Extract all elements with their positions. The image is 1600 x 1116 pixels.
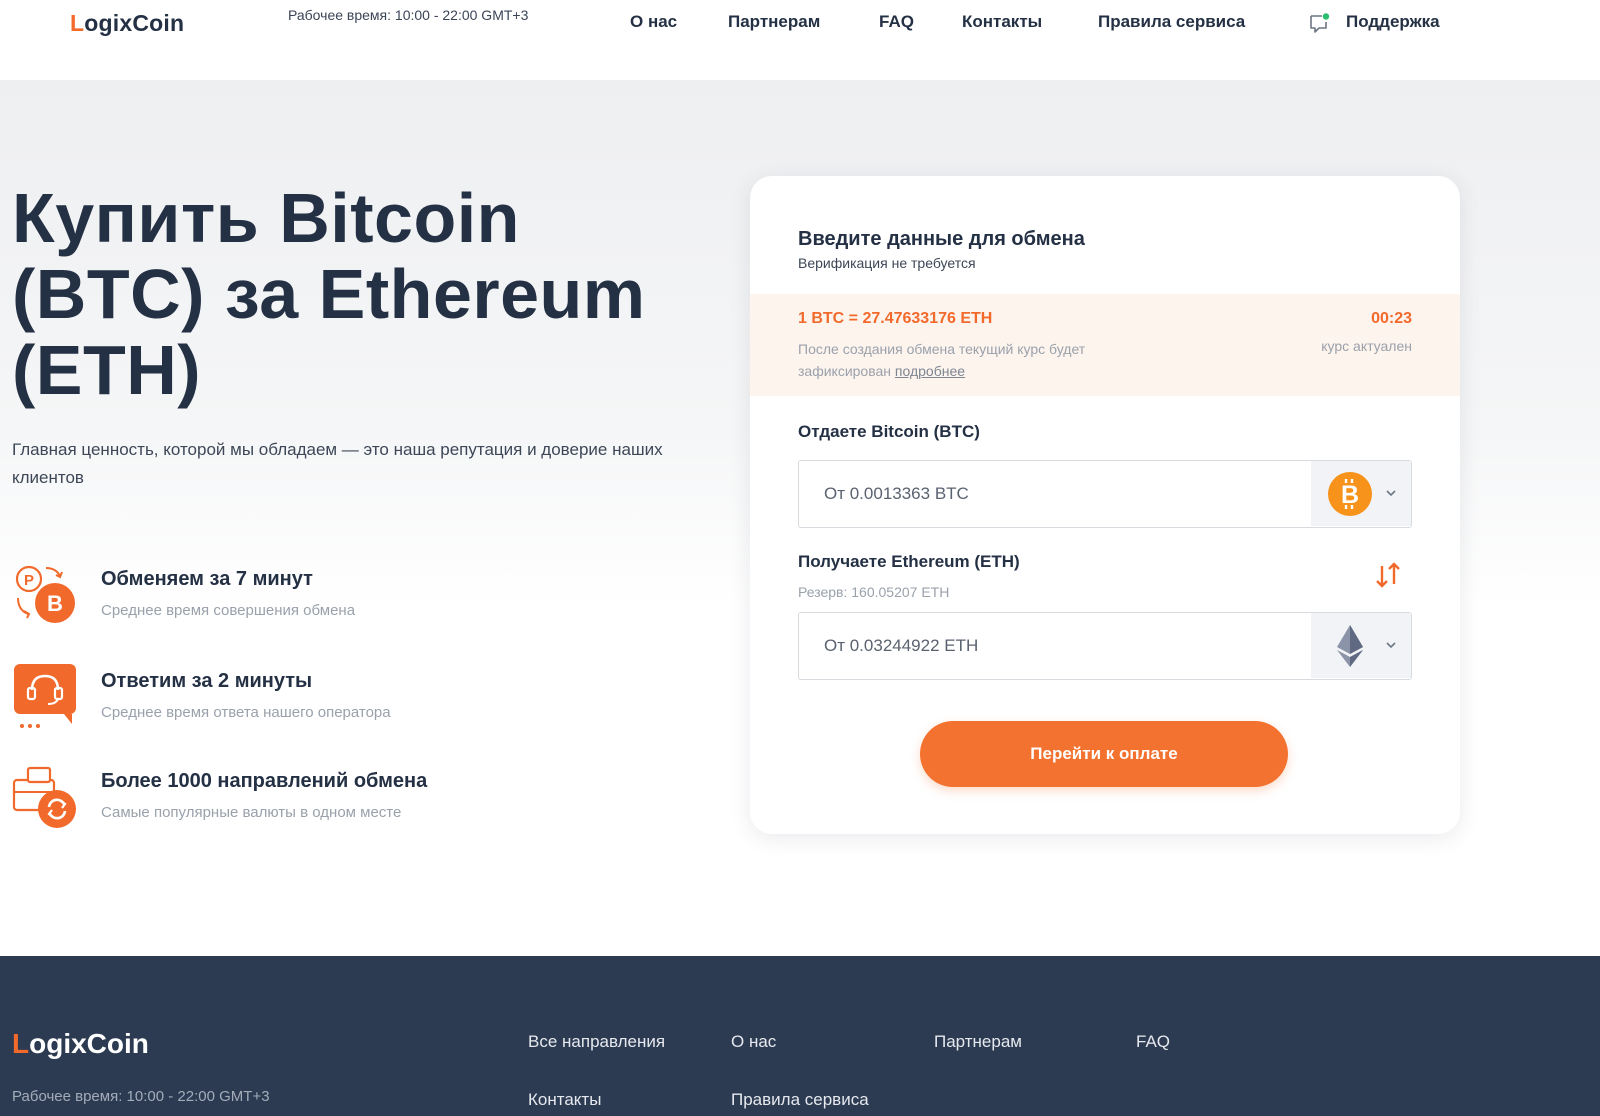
bitcoin-icon: B xyxy=(1328,472,1372,516)
footer-link-partners[interactable]: Партнерам xyxy=(934,1032,1022,1052)
nav-partners[interactable]: Партнерам xyxy=(728,12,820,32)
exchange-bitcoin-icon: P B xyxy=(15,565,75,623)
footer-work-hours: Рабочее время: 10:00 - 22:00 GMT+3 xyxy=(12,1088,270,1105)
footer-logo[interactable]: LogixCoin xyxy=(12,1028,149,1060)
give-label: Отдаете Bitcoin (BTC) xyxy=(798,422,980,441)
footer-link-contacts[interactable]: Контакты xyxy=(528,1090,601,1110)
logo-text: ogixCoin xyxy=(29,1028,149,1059)
exchange-card-title: Введите данные для обмена xyxy=(798,228,1085,250)
feature-title: Более 1000 направлений обмена xyxy=(101,770,428,792)
chevron-down-icon xyxy=(1386,642,1396,649)
feature-support-speed: Ответим за 2 минуты Среднее время ответа… xyxy=(12,664,532,744)
give-currency-select[interactable]: B xyxy=(1311,461,1411,526)
footer-link-faq[interactable]: FAQ xyxy=(1136,1032,1170,1052)
wallet-exchange-icon xyxy=(12,766,76,828)
footer-link-all-directions[interactable]: Все направления xyxy=(528,1032,665,1052)
site-header: LogixCoin Рабочее время: 10:00 - 22:00 G… xyxy=(0,0,1600,80)
svg-text:B: B xyxy=(1341,481,1359,509)
get-field xyxy=(798,612,1412,680)
get-amount-input[interactable] xyxy=(799,613,1311,678)
swap-arrows-icon[interactable] xyxy=(1374,560,1402,590)
nav-support[interactable]: Поддержка xyxy=(1346,12,1440,32)
nav-rules[interactable]: Правила сервиса xyxy=(1098,12,1245,32)
feature-directions: Более 1000 направлений обмена Самые попу… xyxy=(12,764,532,844)
feature-desc: Самые популярные валюты в одном месте xyxy=(101,804,402,821)
feature-desc: Среднее время совершения обмена xyxy=(101,602,356,619)
hero-section: Купить Bitcoin (BTC) за Ethereum (ETH) Г… xyxy=(0,80,1600,956)
hero-subtitle: Главная ценность, которой мы обладаем — … xyxy=(12,440,663,487)
svg-text:B: B xyxy=(47,591,63,616)
page-title: Купить Bitcoin (BTC) за Ethereum (ETH) xyxy=(12,179,646,409)
exchange-card: Введите данные для обмена Верификация не… xyxy=(750,176,1460,834)
exchange-card-subtitle: Верификация не требуется xyxy=(798,255,976,271)
support-operator-icon xyxy=(14,664,76,728)
support-chat-icon[interactable] xyxy=(1308,12,1330,34)
get-label: Получаете Ethereum (ETH) xyxy=(798,552,1020,571)
logo-letter: L xyxy=(12,1028,30,1059)
svg-text:P: P xyxy=(24,572,34,589)
rate-details-link[interactable]: подробнее xyxy=(895,363,965,379)
footer-link-about[interactable]: О нас xyxy=(731,1032,776,1052)
feature-title: Обменяем за 7 минут xyxy=(101,568,313,590)
give-amount-input[interactable] xyxy=(799,461,1311,526)
get-currency-select[interactable] xyxy=(1311,613,1411,678)
exchange-rate: 1 BTC = 27.47633176 ETH xyxy=(798,310,993,327)
feature-desc: Среднее время ответа нашего оператора xyxy=(101,704,391,721)
nav-about[interactable]: О нас xyxy=(630,12,677,32)
reserve-amount: Резерв: 160.05207 ETH xyxy=(798,584,950,600)
rate-box: 1 BTC = 27.47633176 ETH После создания о… xyxy=(750,294,1460,396)
feature-exchange-speed: P B Обменяем за 7 минут Среднее время со… xyxy=(12,562,532,642)
site-footer: LogixCoin Рабочее время: 10:00 - 22:00 G… xyxy=(0,956,1600,1116)
rate-timer: 00:23 xyxy=(1371,310,1412,327)
proceed-to-payment-button[interactable]: Перейти к оплате xyxy=(920,721,1288,787)
chevron-down-icon xyxy=(1386,490,1396,497)
nav-faq[interactable]: FAQ xyxy=(879,12,914,32)
nav-contacts[interactable]: Контакты xyxy=(962,12,1042,32)
ethereum-icon xyxy=(1337,625,1363,667)
rate-note: После создания обмена текущий курс будет… xyxy=(798,338,1178,382)
feature-title: Ответим за 2 минуты xyxy=(101,670,313,692)
give-field: B xyxy=(798,460,1412,528)
footer-link-rules[interactable]: Правила сервиса xyxy=(731,1090,869,1110)
rate-timer-note: курс актуален xyxy=(1321,338,1412,354)
main-nav: О нас Партнерам FAQ Контакты Правила сер… xyxy=(0,12,1600,36)
